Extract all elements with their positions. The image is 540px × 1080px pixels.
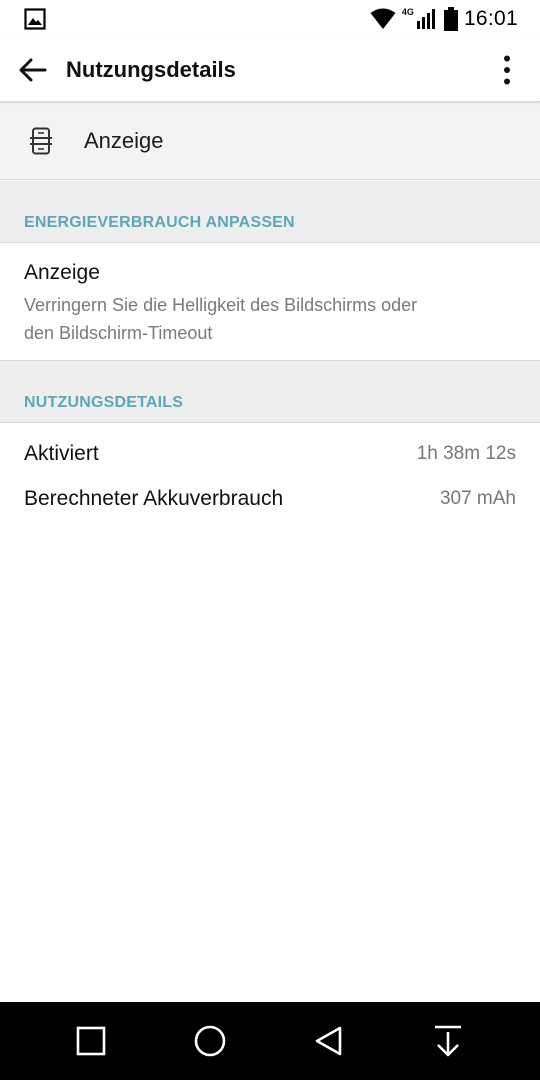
- adjust-item-title: Anzeige: [24, 261, 100, 284]
- adjust-item-description-line1: Verringern Sie die Helligkeit des Bildsc…: [24, 295, 418, 315]
- wifi-icon: [370, 8, 396, 29]
- navigation-bar: [0, 1002, 540, 1080]
- detail-label: Aktiviert: [24, 442, 99, 465]
- adjust-display-item[interactable]: Anzeige Verringern Sie die Helligkeit de…: [0, 243, 540, 361]
- app-bar: Nutzungsdetails: [0, 38, 540, 102]
- back-nav-button[interactable]: [284, 1002, 374, 1080]
- adjust-item-description-line2: den Bildschirm-Timeout: [24, 323, 213, 343]
- adjust-item-description: Verringern Sie die Helligkeit des Bildsc…: [24, 291, 516, 347]
- battery-icon: [443, 7, 458, 31]
- detail-label: Berechneter Akkuverbrauch: [24, 487, 284, 510]
- app-icon-container: [0, 127, 84, 155]
- status-left: [24, 8, 46, 30]
- status-bar: 4G 16:01: [0, 0, 540, 38]
- app-name: Anzeige: [84, 127, 164, 153]
- section-header-details-label: NUTZUNGSDETAILS: [24, 394, 184, 411]
- notification-pull-button[interactable]: [403, 1002, 493, 1080]
- more-vert-icon: [504, 55, 510, 84]
- recents-button[interactable]: [46, 1002, 136, 1080]
- detail-row-battery-usage: Berechneter Akkuverbrauch 307 mAh: [0, 477, 540, 521]
- home-icon: [194, 1025, 226, 1057]
- image-icon: [24, 8, 46, 30]
- notification-pull-icon: [435, 1025, 461, 1057]
- status-time: 16:01: [463, 7, 518, 30]
- section-header-adjust-label: ENERGIEVERBRAUCH ANPASSEN: [24, 214, 295, 231]
- back-button[interactable]: [0, 38, 66, 102]
- section-header-details: NUTZUNGSDETAILS: [0, 361, 540, 423]
- section-header-adjust: ENERGIEVERBRAUCH ANPASSEN: [0, 181, 540, 243]
- signal-icon: [416, 9, 435, 29]
- arrow-back-icon: [19, 58, 47, 81]
- detail-row-active-time: Aktiviert 1h 38m 12s: [0, 432, 540, 476]
- page-title: Nutzungsdetails: [66, 56, 236, 82]
- back-icon: [315, 1026, 342, 1056]
- recents-icon: [76, 1026, 106, 1056]
- app-header-row: Anzeige: [0, 102, 540, 180]
- network-type-label: 4G: [401, 7, 414, 17]
- status-right: 4G 16:01: [370, 7, 518, 31]
- detail-value: 1h 38m 12s: [416, 443, 516, 464]
- more-options-button[interactable]: [474, 38, 540, 102]
- display-icon: [30, 127, 52, 154]
- detail-value: 307 mAh: [439, 488, 516, 509]
- home-button[interactable]: [165, 1002, 255, 1080]
